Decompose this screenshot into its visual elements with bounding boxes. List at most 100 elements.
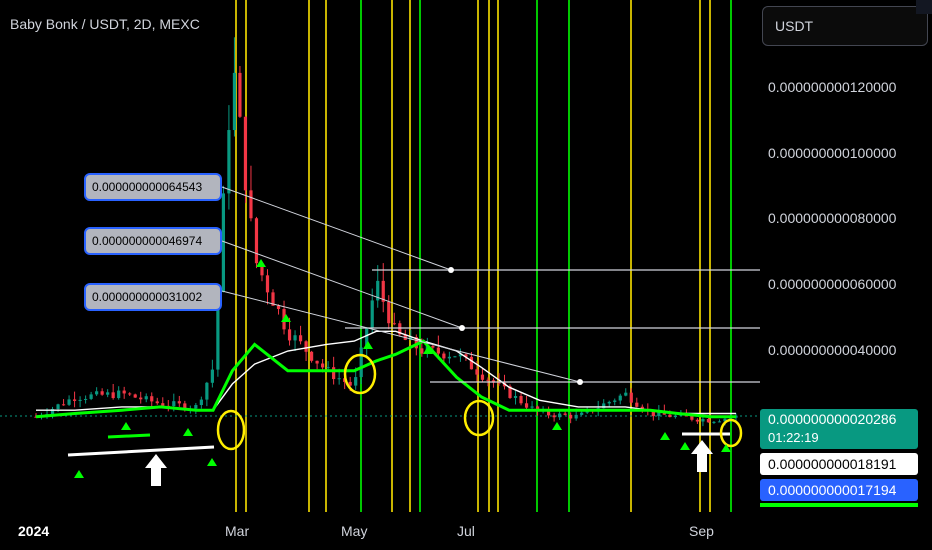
candle-body [243,116,248,191]
highlight-circles [216,353,743,451]
y-tick-label: 0.000000000080000 [768,210,897,226]
candle-body [392,323,396,325]
symbol-title: Baby Bonk / USDT, 2D, MEXC [10,16,200,32]
candle-body [199,399,203,406]
candle-body [624,392,628,396]
candle-body [558,413,562,418]
candle [635,397,639,408]
candle-body [701,419,705,422]
level-callout[interactable]: 0.000000000046974 [84,227,222,255]
candle-body [497,382,501,384]
candle-body [111,392,115,399]
candle [513,390,518,405]
candle [133,393,137,398]
support-line [107,433,151,439]
candle [150,392,154,407]
candle-body [618,395,622,401]
candle-body [420,348,424,354]
candle [205,381,209,407]
candle-body [519,395,523,404]
buy-signal-triangle [121,422,131,430]
highlight-circle [216,409,246,451]
candle-body [442,353,446,359]
buy-signal-triangle [660,432,670,440]
candle [304,340,308,361]
y-tick-label: 0.000000000120000 [768,79,897,95]
currency-selector[interactable]: USDT [762,6,928,46]
candle [144,393,148,403]
candle [199,396,203,409]
candle [530,401,534,410]
candle-body [337,378,341,380]
candle-body [354,377,358,386]
candle-body [227,130,231,194]
candle-body [276,305,281,309]
candle-body [139,397,143,400]
candle-body [469,356,474,370]
level-callout[interactable]: 0.000000000064543 [84,173,222,201]
candle [717,419,722,423]
candle-body [717,421,722,423]
level-connector [221,290,581,383]
candle [695,418,700,424]
candle-body [486,379,490,381]
candle-body [574,414,578,419]
candle-body [265,275,270,293]
candle [447,351,451,364]
support-line [67,445,215,457]
up-arrow-icon [145,454,167,486]
candle-body [84,398,88,400]
candle-body [56,404,60,409]
candle [100,388,104,396]
candle [227,105,231,210]
last-price-value: 0.000000000020286 [768,411,897,427]
candle [618,393,622,405]
candle [453,355,457,358]
candle [128,392,132,397]
x-tick-label: 2024 [18,523,50,539]
candle [298,325,303,345]
x-tick-label: May [341,523,368,539]
x-tick-label: Sep [689,523,714,539]
x-tick-label: Jul [457,523,475,539]
level-handle [448,267,454,273]
candle [624,388,628,397]
candle [387,295,391,330]
candle [392,312,396,326]
blue-level-label: 0.000000000017194 [760,479,918,501]
candle-body [321,363,325,368]
candle [95,387,99,397]
candle [238,65,242,118]
candle [309,350,314,363]
candle-body [629,392,633,403]
candle-body [67,399,71,405]
candle [139,391,143,404]
candle [293,330,297,351]
candle-body [133,394,137,398]
buy-signal-triangle [552,422,562,430]
candle-body [447,356,451,359]
candle-body [249,190,253,219]
y-tick-label: 0.000000000040000 [768,342,897,358]
candle-body [635,402,639,407]
candle-body [706,419,711,423]
candle-body [298,335,303,342]
candle [161,397,165,407]
candle [712,421,716,424]
candle-body [332,367,336,380]
candle [376,265,380,308]
candle-body [359,347,363,378]
candle [243,116,248,203]
candle-body [673,415,677,418]
candle-body [563,413,567,415]
candle-body [436,347,440,354]
candle-body [238,72,242,117]
candle [398,320,402,337]
green-level-marker [760,503,918,507]
white-level-label: 0.000000000018191 [760,453,918,475]
candle [210,359,214,388]
level-callout[interactable]: 0.000000000031002 [84,283,222,311]
candle [122,386,126,399]
candle-body [177,401,181,404]
candle [84,395,88,404]
